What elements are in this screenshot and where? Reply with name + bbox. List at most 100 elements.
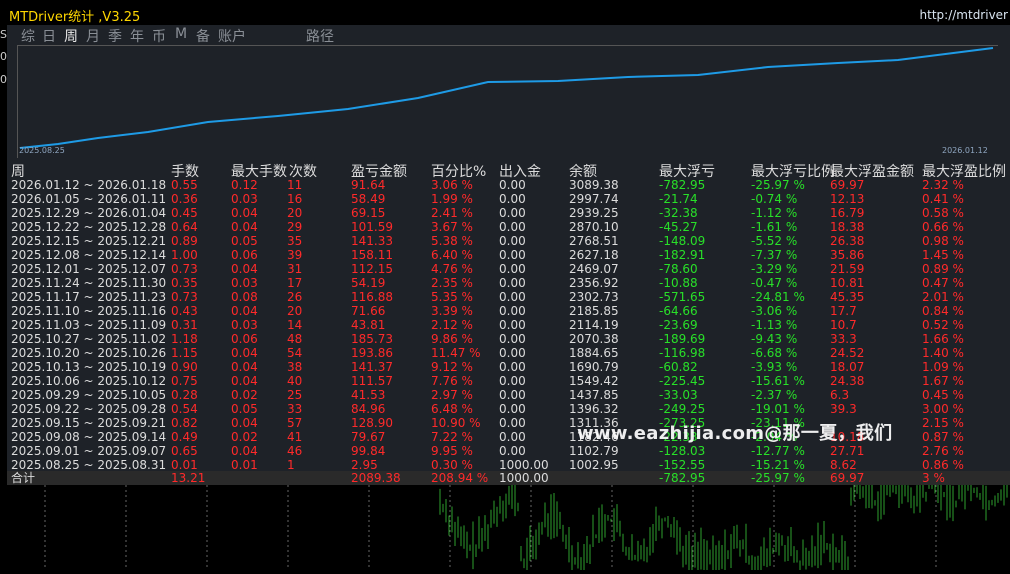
col-pnl: 2.95: [351, 458, 378, 472]
col-week: 2025.10.06 ~ 2025.10.12: [11, 374, 167, 388]
col-count: 38: [287, 360, 303, 374]
table-row[interactable]: 2026.01.12 ~ 2026.01.18 0.55 0.12 11 91.64 3.…: [7, 178, 1010, 192]
table-row[interactable]: 2026.01.05 ~ 2026.01.11 0.36 0.03 16 58.49 1.…: [7, 192, 1010, 206]
table-row[interactable]: 2025.09.01 ~ 2025.09.07 0.65 0.04 46 99.84 9.…: [7, 444, 1010, 458]
col-max-float-profit: 26.38: [830, 234, 865, 248]
col-week: 2025.08.25 ~ 2025.08.31: [11, 458, 167, 472]
table-row[interactable]: 2025.10.20 ~ 2025.10.26 1.15 0.04 54 193.86 1…: [7, 346, 1010, 360]
col-max-float-loss-pct: -25.97 %: [751, 178, 805, 192]
col-lots: 1.15: [171, 346, 198, 360]
col-max-float-loss-pct: -6.68 %: [751, 346, 798, 360]
col-max-float-profit: 18.07: [830, 360, 865, 374]
col-lots: 0.28: [171, 388, 198, 402]
col-deposit: 0.00: [499, 290, 526, 304]
col-max-float-profit-pct: 0.98 %: [922, 234, 964, 248]
col-max-float-profit-pct: 0.41 %: [922, 192, 964, 206]
col-pnl: 112.15: [351, 262, 393, 276]
table-header: 周手数 最大手数 次数 盈亏金额 百分比% 出入金 余额 最大浮亏 最大浮亏比例 最大浮盈金额 最大…: [7, 161, 1010, 180]
app-url-link[interactable]: http://mtdriver: [920, 8, 1008, 22]
edge-mark: S: [0, 28, 7, 41]
table-row[interactable]: 2025.12.01 ~ 2025.12.07 0.73 0.04 31 112.15 4…: [7, 262, 1010, 276]
col-pnl: 71.66: [351, 304, 386, 318]
tab-currency[interactable]: 币: [152, 26, 166, 46]
tab-month[interactable]: 月: [86, 26, 100, 46]
col-max-lots: 0.06: [231, 248, 258, 262]
col-max-float-profit-pct: 0.58 %: [922, 206, 964, 220]
col-max-float-loss: -33.03: [659, 388, 698, 402]
table-row[interactable]: 2025.12.22 ~ 2025.12.28 0.64 0.04 29 101.59 3…: [7, 220, 1010, 234]
col-max-lots: 0.04: [231, 444, 258, 458]
table-row[interactable]: 2025.12.08 ~ 2025.12.14 1.00 0.06 39 158.11 6…: [7, 248, 1010, 262]
col-deposit: 0.00: [499, 346, 526, 360]
col-lots: 0.90: [171, 360, 198, 374]
table-row[interactable]: 2025.11.24 ~ 2025.11.30 0.35 0.03 17 54.19 2.…: [7, 276, 1010, 290]
tab-quarter[interactable]: 季: [108, 26, 122, 46]
col-lots: 0.64: [171, 220, 198, 234]
col-max-float-profit: 21.59: [830, 262, 865, 276]
table-row[interactable]: 2025.08.25 ~ 2025.08.31 0.01 0.01 1 2.95 0.30…: [7, 458, 1010, 472]
table-row[interactable]: 2025.09.29 ~ 2025.10.05 0.28 0.02 25 41.53 2.…: [7, 388, 1010, 402]
col-max-float-profit-pct: 2.15 %: [922, 416, 964, 430]
col-max-lots: 0.04: [231, 374, 258, 388]
col-percent: 9.86 %: [431, 332, 473, 346]
col-max-lots: 0.04: [231, 220, 258, 234]
col-pnl: 99.84: [351, 444, 386, 458]
col-max-float-loss-pct: -0.47 %: [751, 276, 798, 290]
total-col-max-float-loss: -782.95: [659, 471, 706, 485]
col-pnl: 111.57: [351, 374, 393, 388]
col-max-float-profit-pct: 1.45 %: [922, 248, 964, 262]
col-percent: 0.30 %: [431, 458, 473, 472]
table-row[interactable]: 2025.10.06 ~ 2025.10.12 0.75 0.04 40 111.57 7…: [7, 374, 1010, 388]
col-max-float-loss: -182.91: [659, 248, 706, 262]
col-balance: 1396.32: [569, 402, 619, 416]
col-deposit: 0.00: [499, 304, 526, 318]
col-percent: 5.38 %: [431, 234, 473, 248]
col-week: 2025.09.15 ~ 2025.09.21: [11, 416, 167, 430]
col-lots: 0.55: [171, 178, 198, 192]
col-max-float-loss-pct: -9.43 %: [751, 332, 798, 346]
col-week: 2025.09.08 ~ 2025.09.14: [11, 430, 167, 444]
col-max-float-loss-pct: -24.81 %: [751, 290, 805, 304]
col-lots: 0.73: [171, 290, 198, 304]
col-count: 35: [287, 234, 303, 248]
col-week: 2025.11.03 ~ 2025.11.09: [11, 318, 167, 332]
col-max-float-profit: 8.62: [830, 458, 857, 472]
col-max-float-profit-pct: 0.52 %: [922, 318, 964, 332]
tab-notes[interactable]: 备: [196, 26, 210, 46]
table-row[interactable]: 2025.09.22 ~ 2025.09.28 0.54 0.05 33 84.96 6.…: [7, 402, 1010, 416]
col-deposit: 0.00: [499, 220, 526, 234]
table-row[interactable]: 2025.11.10 ~ 2025.11.16 0.43 0.04 20 71.66 3.…: [7, 304, 1010, 318]
table-row[interactable]: 2025.12.29 ~ 2026.01.04 0.45 0.04 20 69.15 2.…: [7, 206, 1010, 220]
col-week: 2025.09.01 ~ 2025.09.07: [11, 444, 167, 458]
tab-account[interactable]: 账户: [218, 26, 246, 46]
col-max-float-profit: 27.71: [830, 444, 865, 458]
tab-day[interactable]: 日: [42, 26, 56, 46]
total-col-pnl: 2089.38: [351, 471, 401, 485]
title-bar: MTDriver统计 ,V3.25 http://mtdriver: [7, 5, 1010, 25]
col-balance: 1437.85: [569, 388, 619, 402]
col-max-lots: 0.02: [231, 388, 258, 402]
tab-year[interactable]: 年: [130, 26, 144, 46]
price-chart-area: [0, 485, 1010, 570]
total-col-max-float-profit-pct: 3 %: [922, 471, 945, 485]
table-row[interactable]: 2025.11.03 ~ 2025.11.09 0.31 0.03 14 43.81 2.…: [7, 318, 1010, 332]
col-balance: 2469.07: [569, 262, 619, 276]
table-row[interactable]: 2025.10.13 ~ 2025.10.19 0.90 0.04 38 141.37 9…: [7, 360, 1010, 374]
table-row[interactable]: 2025.12.15 ~ 2025.12.21 0.89 0.05 35 141.33 5…: [7, 234, 1010, 248]
tab-path[interactable]: 路径: [306, 26, 334, 46]
tab-m[interactable]: M: [175, 26, 187, 42]
tab-week[interactable]: 周: [64, 26, 78, 46]
table-row[interactable]: 2025.11.17 ~ 2025.11.23 0.73 0.08 26 116.88 5…: [7, 290, 1010, 304]
watermark-text: www.eazhijia.com@那一夏，我们: [577, 423, 893, 444]
col-max-float-profit-pct: 0.89 %: [922, 262, 964, 276]
col-balance: 2356.92: [569, 276, 619, 290]
tab-summary[interactable]: 综: [21, 26, 35, 46]
table-row[interactable]: 2025.10.27 ~ 2025.11.02 1.18 0.06 48 185.73 9…: [7, 332, 1010, 346]
col-max-lots: 0.04: [231, 360, 258, 374]
col-max-float-loss-pct: -1.13 %: [751, 318, 798, 332]
col-count: 26: [287, 290, 303, 304]
col-deposit: 0.00: [499, 318, 526, 332]
col-balance: 2768.51: [569, 234, 619, 248]
col-max-float-profit-pct: 0.84 %: [922, 304, 964, 318]
col-max-float-loss: -64.66: [659, 304, 698, 318]
